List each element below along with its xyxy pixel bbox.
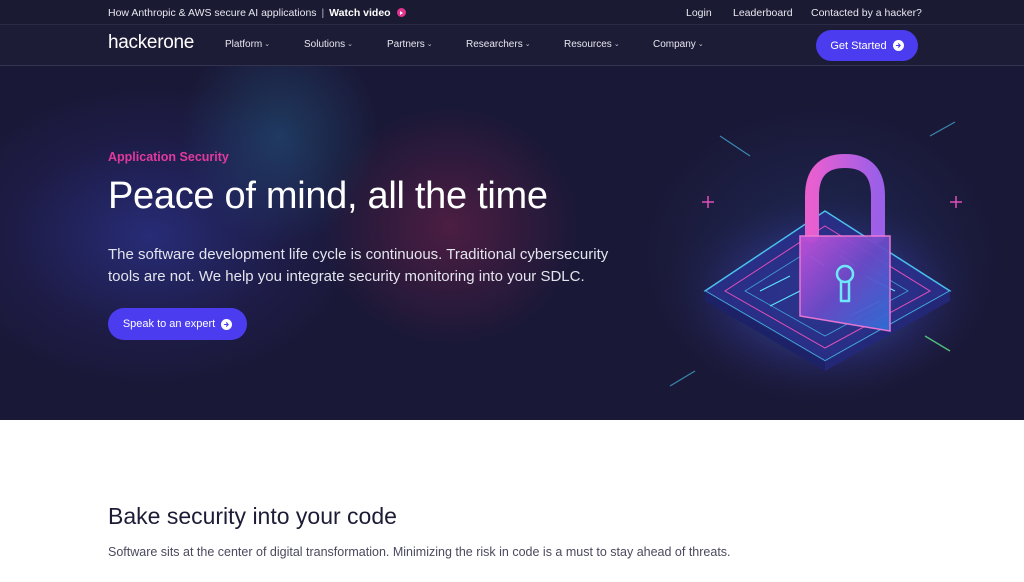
leaderboard-link[interactable]: Leaderboard: [733, 7, 793, 19]
get-started-label: Get Started: [830, 39, 887, 52]
promo-link[interactable]: How Anthropic & AWS secure AI applicatio…: [108, 7, 406, 19]
hero-section: Application Security Peace of mind, all …: [0, 66, 1024, 420]
nav-item-resources[interactable]: Resources ⌄: [564, 39, 620, 50]
nav-item-label: Solutions: [304, 39, 346, 50]
nav-item-researchers[interactable]: Researchers ⌄: [466, 39, 531, 50]
nav-item-label: Researchers: [466, 39, 523, 50]
nav-item-solutions[interactable]: Solutions ⌄: [304, 39, 353, 50]
nav-item-company[interactable]: Company ⌄: [653, 39, 704, 50]
hero-title: Peace of mind, all the time: [108, 175, 548, 217]
chevron-down-icon: ⌄: [264, 41, 271, 48]
padlock-illustration: [655, 121, 990, 406]
chevron-down-icon: ⌄: [426, 41, 433, 48]
chevron-down-icon: ⌄: [613, 41, 620, 48]
watch-video-link[interactable]: Watch video: [329, 7, 390, 19]
hero-description: The software development life cycle is c…: [108, 246, 609, 285]
play-circle-icon: [396, 8, 406, 17]
arrow-right-circle-icon: [892, 40, 904, 51]
main-nav: hackerone Platform ⌄ Solutions ⌄ Partners ⌄…: [0, 25, 1024, 66]
announcement-bar: How Anthropic & AWS secure AI applicatio…: [0, 0, 1024, 25]
section-heading: Bake security into your code: [108, 503, 397, 529]
promo-text: How Anthropic & AWS secure AI applicatio…: [108, 7, 317, 19]
arrow-right-circle-icon: [221, 318, 233, 330]
nav-item-platform[interactable]: Platform ⌄: [225, 39, 270, 50]
hackerone-logo[interactable]: hackerone: [108, 32, 194, 54]
speak-to-expert-button[interactable]: Speak to an expert: [108, 308, 247, 340]
speak-to-expert-label: Speak to an expert: [122, 318, 216, 330]
nav-item-label: Resources: [564, 39, 612, 50]
chevron-down-icon: ⌄: [347, 41, 354, 48]
nav-item-partners[interactable]: Partners ⌄: [387, 39, 433, 50]
section-description: Software sits at the center of digital t…: [108, 545, 731, 559]
login-link[interactable]: Login: [686, 7, 712, 19]
hero-glow: [320, 106, 580, 346]
chevron-down-icon: ⌄: [697, 41, 704, 48]
promo-separator: |: [321, 7, 325, 19]
nav-item-label: Platform: [225, 39, 263, 50]
nav-item-label: Company: [653, 39, 696, 50]
chevron-down-icon: ⌄: [524, 41, 531, 48]
get-started-button[interactable]: Get Started: [816, 30, 918, 61]
nav-item-label: Partners: [387, 39, 425, 50]
contacted-by-hacker-link[interactable]: Contacted by a hacker?: [811, 7, 922, 19]
hero-eyebrow: Application Security: [108, 150, 229, 164]
